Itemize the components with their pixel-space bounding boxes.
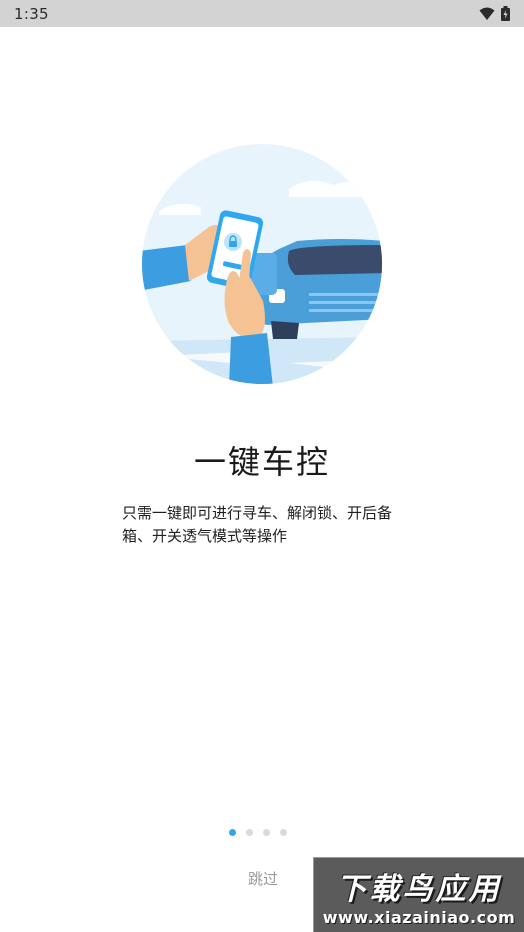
pager-indicator (229, 829, 287, 836)
phone-unlock-car-illustration (142, 144, 382, 384)
pager-dot-active (229, 829, 236, 836)
wifi-icon (479, 7, 495, 20)
watermark: 下载鸟应用 www.xiazainiao.com (313, 857, 524, 932)
page-title: 一键车控 (193, 443, 330, 481)
status-bar: 1:35 (0, 0, 524, 27)
page-description: 只需一键即可进行寻车、解闭锁、开后备箱、开关透气模式等操作 (122, 504, 393, 545)
pager-dot (246, 829, 253, 836)
pager-dot (263, 829, 270, 836)
watermark-logo: 下载鸟应用 (336, 871, 502, 907)
status-time: 1:35 (14, 4, 49, 23)
pager-dot (280, 829, 287, 836)
battery-icon (501, 6, 510, 21)
status-icons (479, 6, 510, 21)
skip-button[interactable]: 跳过 (238, 866, 288, 892)
watermark-url: www.xiazainiao.com (322, 907, 516, 927)
